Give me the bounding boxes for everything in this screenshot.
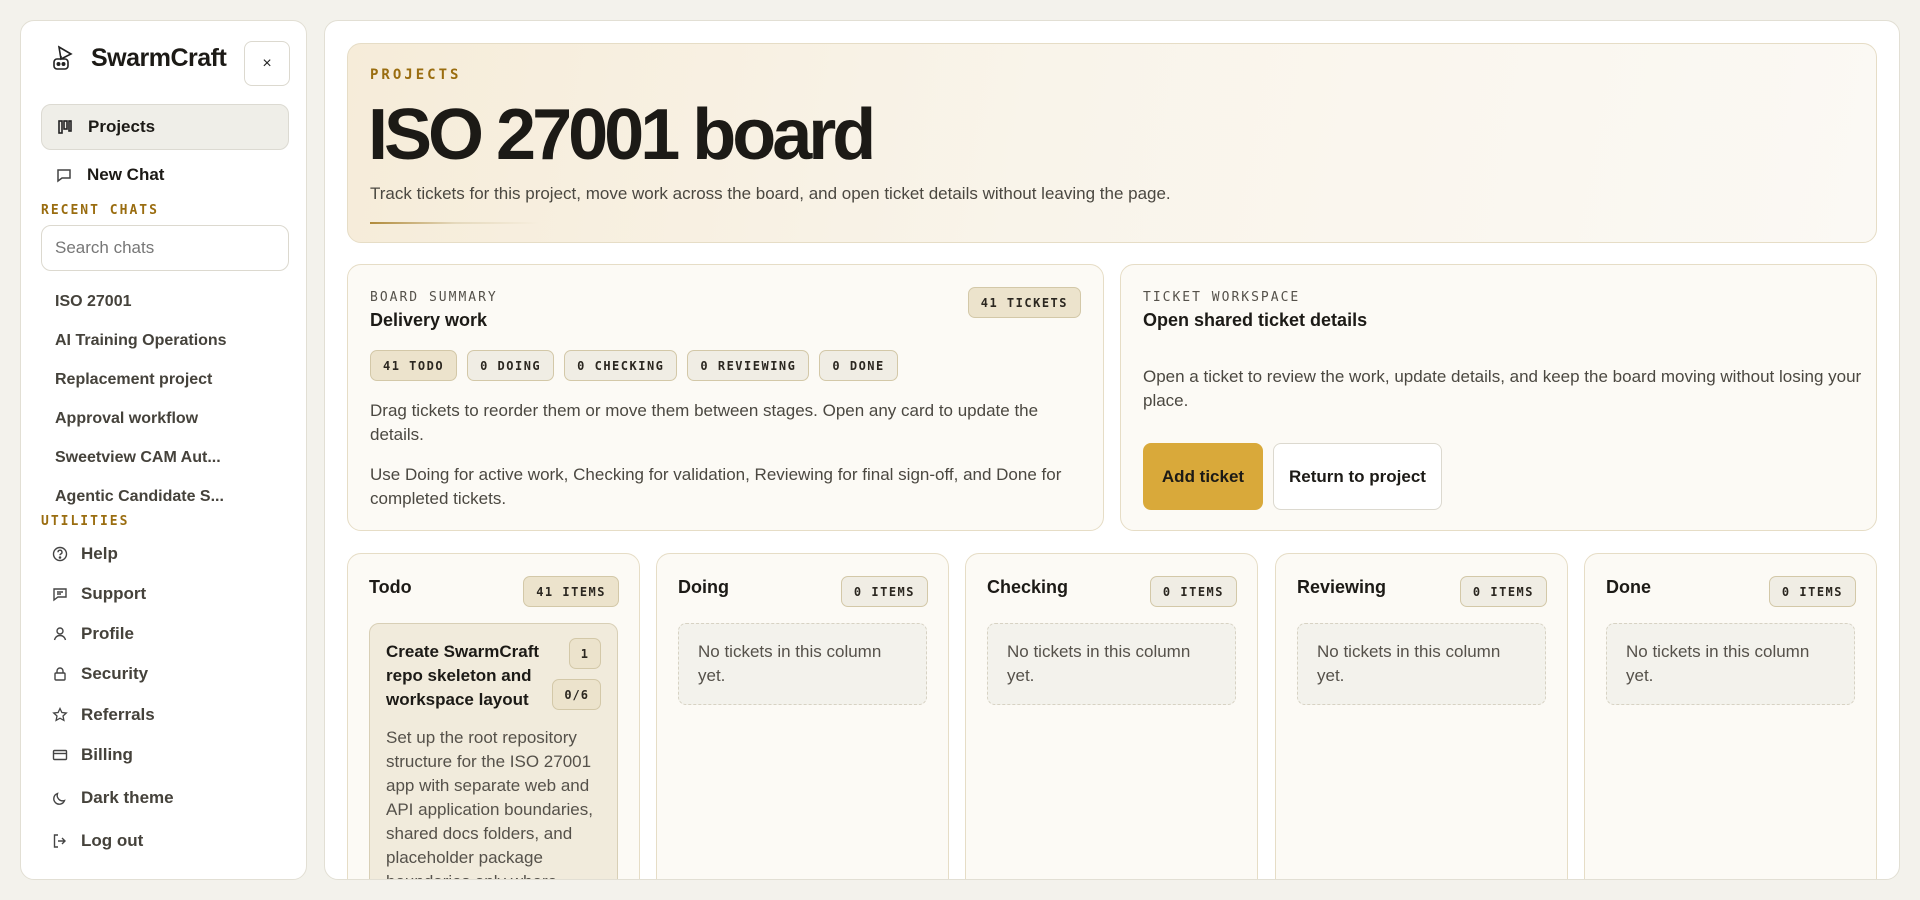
page-title: ISO 27001 board [368,95,876,175]
ticket-number-badge: 1 [568,638,601,669]
sidebar: SwarmCraft × Projects New Chat RECENT CH… [20,20,307,880]
chat-item[interactable]: ISO 27001 [55,293,285,311]
chat-item[interactable]: Replacement project [55,371,285,389]
util-security[interactable]: Security [51,664,148,684]
user-icon [51,625,69,643]
empty-column-message: No tickets in this column yet. [1297,623,1546,705]
column-title: Reviewing [1297,577,1387,597]
column-count-badge: 41 ITEMS [523,576,619,607]
util-dark-theme[interactable]: Dark theme [51,788,174,808]
chat-item[interactable]: Approval workflow [55,410,285,428]
search-chats-input[interactable]: Search chats [41,225,289,271]
board-summary-help: Drag tickets to reorder them or move the… [370,401,1039,444]
nav-projects-label: Projects [88,117,156,136]
stage-count-checking: 0 CHECKING [564,350,678,381]
stage-count-todo: 41 TODO [370,350,458,381]
kanban-icon [56,118,74,136]
stage-count-doing: 0 DOING [467,350,555,381]
chat-bubble-icon [55,166,73,184]
util-profile-label: Profile [81,624,134,643]
help-icon [51,545,69,563]
recent-chat-list: ISO 27001 AI Training Operations Replace… [41,289,289,511]
header-divider [370,222,540,224]
ticket-title: Create SwarmCraft repo skeleton and work… [386,642,540,709]
nav-new-chat-label: New Chat [87,165,165,184]
util-security-label: Security [81,664,149,683]
board-summary-kicker: BOARD SUMMARY [370,290,498,305]
stage-count-done: 0 DONE [819,350,898,381]
card-icon [51,746,69,764]
star-icon [51,706,69,724]
robot-logo-icon [49,43,79,73]
column-title: Checking [987,577,1069,597]
column-todo: Todo 41 ITEMS Create SwarmCraft repo ske… [347,553,640,879]
board-summary-panel: BOARD SUMMARY Delivery work 41 TICKETS 4… [347,264,1104,531]
util-billing[interactable]: Billing [51,745,133,765]
ticket-progress-badge: 0/6 [552,679,601,710]
page-header: PROJECTS ISO 27001 board Track tickets f… [347,43,1877,243]
brand[interactable]: SwarmCraft [49,41,227,75]
util-logout[interactable]: Log out [51,831,143,851]
ticket-workspace-panel: TICKET WORKSPACE Open shared ticket deta… [1120,264,1877,531]
column-count-badge: 0 ITEMS [840,576,928,607]
empty-column-message: No tickets in this column yet. [987,623,1236,705]
util-referrals[interactable]: Referrals [51,705,155,725]
column-title: Done [1606,577,1651,597]
nav-projects[interactable]: Projects [41,104,289,150]
empty-column-message: No tickets in this column yet. [678,623,927,705]
close-sidebar-button[interactable]: × [244,41,290,86]
ticket-workspace-title: Open shared ticket details [1143,310,1368,330]
ticket-workspace-text: Open a ticket to review the work, update… [1143,367,1862,410]
brand-name: SwarmCraft [91,43,227,72]
column-doing: Doing 0 ITEMS No tickets in this column … [656,553,949,879]
util-support[interactable]: Support [51,584,146,604]
return-to-project-button[interactable]: Return to project [1273,443,1442,510]
page-kicker: PROJECTS [370,67,462,83]
util-logout-label: Log out [81,831,144,850]
board-summary-stages-help: Use Doing for active work, Checking for … [370,465,1062,508]
column-title: Todo [369,577,412,597]
util-help[interactable]: Help [51,544,118,564]
ticket-card[interactable]: Create SwarmCraft repo skeleton and work… [369,623,618,879]
column-title: Doing [678,577,729,597]
chat-item[interactable]: Agentic Candidate S... [55,488,285,506]
ticket-description: Set up the root repository structure for… [386,728,593,879]
column-done: Done 0 ITEMS No tickets in this column y… [1584,553,1877,879]
board-summary-title: Delivery work [370,310,488,330]
chat-item[interactable]: AI Training Operations [55,332,285,350]
column-checking: Checking 0 ITEMS No tickets in this colu… [965,553,1258,879]
lock-icon [51,665,69,683]
chat-item[interactable]: Sweetview CAM Aut... [55,449,285,467]
nav-new-chat[interactable]: New Chat [41,152,289,198]
stage-count-reviewing: 0 REVIEWING [687,350,810,381]
add-ticket-button[interactable]: Add ticket [1143,443,1263,510]
utilities-label: UTILITIES [41,514,130,529]
column-count-badge: 0 ITEMS [1149,576,1237,607]
empty-column-message: No tickets in this column yet. [1606,623,1855,705]
util-dark-theme-label: Dark theme [81,788,174,807]
column-reviewing: Reviewing 0 ITEMS No tickets in this col… [1275,553,1568,879]
recent-chats-label: RECENT CHATS [41,203,159,218]
logout-icon [51,832,69,850]
column-count-badge: 0 ITEMS [1768,576,1856,607]
moon-icon [51,789,69,807]
column-count-badge: 0 ITEMS [1459,576,1547,607]
main-content: PROJECTS ISO 27001 board Track tickets f… [324,20,1900,880]
ticket-workspace-kicker: TICKET WORKSPACE [1143,290,1301,305]
stage-counts: 41 TODO 0 DOING 0 CHECKING 0 REVIEWING 0… [370,350,898,381]
util-help-label: Help [81,544,118,563]
util-billing-label: Billing [81,745,133,764]
support-icon [51,585,69,603]
util-support-label: Support [81,584,147,603]
page-description: Track tickets for this project, move wor… [370,184,1171,203]
util-referrals-label: Referrals [81,705,155,724]
util-profile[interactable]: Profile [51,624,134,644]
total-tickets-badge: 41 TICKETS [967,287,1081,318]
